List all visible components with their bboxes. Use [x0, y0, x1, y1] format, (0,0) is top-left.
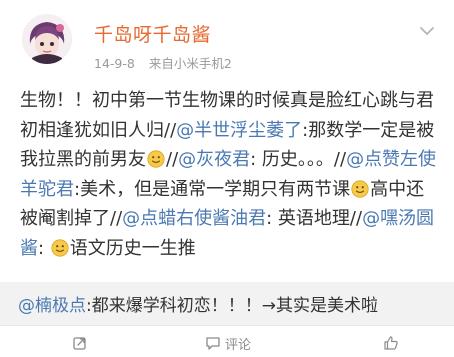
comment-icon	[206, 337, 220, 350]
mention-link[interactable]: @灰夜君	[178, 149, 250, 170]
post-meta: 14-9-8 来自小米手机2	[94, 53, 232, 72]
repost-comment-box[interactable]: @楠极点:都来爆学科初恋！！！→其实是美术啦	[0, 282, 454, 325]
like-button[interactable]	[383, 333, 403, 353]
chevron-down-icon[interactable]	[418, 22, 436, 40]
post-text-segment: :	[38, 237, 50, 259]
post-text-segment: 语文历史一生推	[69, 237, 196, 259]
smile-emoji-icon	[351, 179, 369, 198]
mention-link[interactable]: @楠极点	[18, 296, 86, 316]
smile-emoji-icon	[51, 238, 69, 257]
comment-label: 评论	[225, 337, 252, 353]
author-name[interactable]: 千岛呀千岛酱	[94, 20, 211, 47]
post-text-segment: :美术，但是通常一学期只有两节课	[74, 178, 351, 200]
repost-comment-text: @楠极点:都来爆学科初恋！！！→其实是美术啦	[18, 291, 378, 316]
post-source: 来自小米手机2	[148, 56, 232, 71]
mention-link[interactable]: @点蜡右使酱油君	[122, 208, 266, 229]
avatar[interactable]	[22, 14, 72, 64]
repost-button[interactable]	[72, 333, 92, 353]
post-time: 14-9-8	[94, 56, 135, 71]
post-text-segment: : 英语地理//	[266, 208, 363, 229]
weibo-post-screen: 千岛呀千岛酱 14-9-8 来自小米手机2 生物！！初中第一节生物课的时候真是脸…	[0, 0, 454, 357]
post-text-segment: //	[166, 149, 179, 170]
repost-icon	[73, 337, 86, 350]
post-text-segment: : 历史。。。//	[250, 149, 347, 170]
comment-button[interactable]: 评论	[205, 333, 251, 353]
post-body: 生物！！初中第一节生物课的时候真是脸红心跳与君初相逢犹如旧人归//@半世浮尘萎了…	[20, 86, 440, 263]
action-bar: 评论	[0, 325, 454, 357]
thumbs-up-icon	[384, 336, 398, 350]
avatar-icon	[22, 14, 72, 64]
smile-emoji-icon	[147, 150, 165, 168]
mention-link[interactable]: @半世浮尘萎了	[176, 120, 302, 141]
comment-body: :都来爆学科初恋！！！→其实是美术啦	[86, 296, 378, 316]
post-header: 千岛呀千岛酱 14-9-8 来自小米手机2	[0, 0, 454, 78]
